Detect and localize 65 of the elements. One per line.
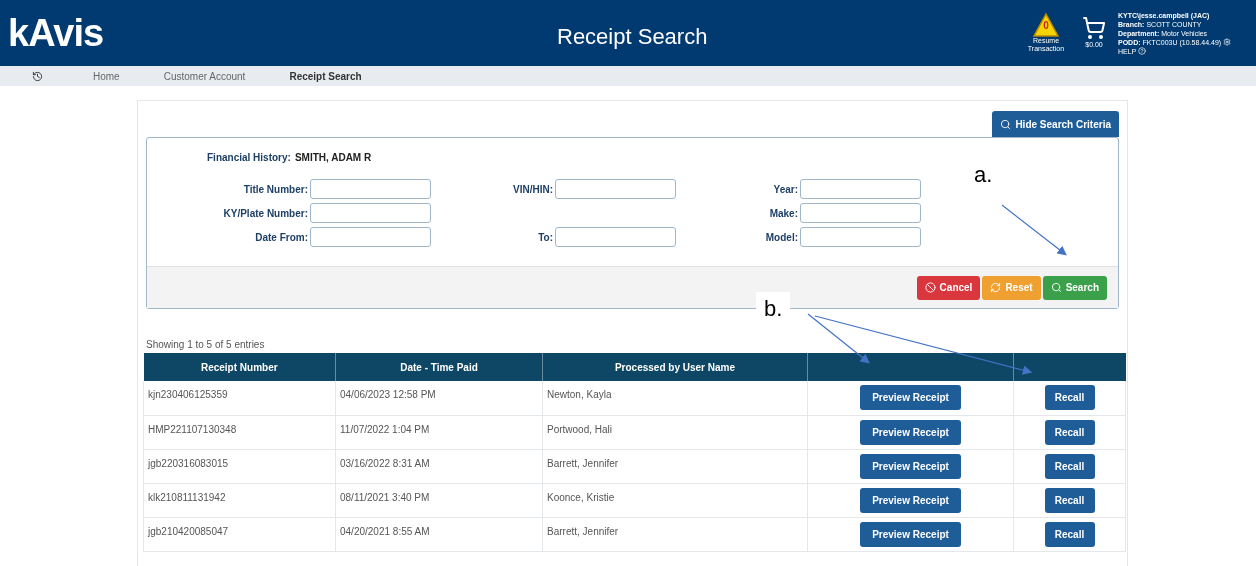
text-field[interactable] xyxy=(310,179,431,199)
text-field[interactable] xyxy=(310,203,431,223)
text-field[interactable] xyxy=(310,227,431,247)
cancel-icon xyxy=(924,282,936,293)
recall-button[interactable]: Recall xyxy=(1044,385,1095,411)
entries-info: Showing 1 to 5 of 5 entries xyxy=(146,339,265,350)
recall-button[interactable]: Recall xyxy=(1044,521,1095,547)
table-cell: 04/06/2023 12:58 PM xyxy=(335,381,543,415)
text-field[interactable] xyxy=(555,227,676,247)
field-label: VIN/HIN: xyxy=(513,182,553,197)
search-icon xyxy=(1000,118,1012,130)
help-icon[interactable] xyxy=(1138,47,1147,55)
annotation-arrow xyxy=(1001,204,1067,256)
table-cell: 08/11/2021 3:40 PM xyxy=(335,483,543,517)
history-icon[interactable] xyxy=(32,70,43,82)
resume-count: 0 xyxy=(1042,21,1050,31)
text-field[interactable] xyxy=(800,227,921,247)
table-cell: klk210811131942 xyxy=(143,483,336,517)
table-cell: Barrett, Jennifer xyxy=(542,449,808,483)
search-icon xyxy=(1050,282,1062,293)
financial-history-label: Financial History: xyxy=(207,151,291,165)
table-cell: kjn230406125359 xyxy=(143,381,336,415)
field-label: To: xyxy=(538,230,553,245)
column-header: Receipt Number xyxy=(143,353,336,381)
text-field[interactable] xyxy=(555,179,676,199)
recall-button[interactable]: Recall xyxy=(1044,419,1095,445)
refresh-icon xyxy=(990,282,1002,293)
recall-button[interactable]: Recall xyxy=(1044,453,1095,479)
warning-icon xyxy=(1033,13,1059,37)
customer-name: SMITH, ADAM R xyxy=(294,151,372,165)
breadcrumb-item[interactable]: Home xyxy=(93,68,120,84)
field-label: Title Number: xyxy=(243,182,308,197)
cart-icon xyxy=(1082,15,1106,40)
table-cell: HMP221107130348 xyxy=(143,415,336,449)
breadcrumb-item[interactable]: Receipt Search xyxy=(289,68,362,84)
text-field[interactable] xyxy=(800,203,921,223)
preview-receipt-button[interactable]: Preview Receipt xyxy=(860,521,961,547)
table-cell: Portwood, Hali xyxy=(542,415,808,449)
preview-receipt-button[interactable]: Preview Receipt xyxy=(860,487,961,513)
column-header: Date - Time Paid xyxy=(335,353,543,381)
column-header: Processed by User Name xyxy=(542,353,808,381)
table-cell: jgb210420085047 xyxy=(143,517,336,551)
table-cell: Barrett, Jennifer xyxy=(542,517,808,551)
hide-search-criteria-button[interactable]: Hide Search Criteria xyxy=(992,111,1119,137)
field-label: KY/Plate Number: xyxy=(223,206,308,221)
field-label: Model: xyxy=(765,230,798,245)
page-title: Receipt Search xyxy=(557,23,708,51)
table-cell: 11/07/2022 1:04 PM xyxy=(335,415,543,449)
app-logo: kAvis xyxy=(8,10,104,56)
table-cell: 04/20/2021 8:55 AM xyxy=(335,517,543,551)
field-label: Date From: xyxy=(255,230,308,245)
preview-receipt-button[interactable]: Preview Receipt xyxy=(860,453,961,479)
text-field[interactable] xyxy=(800,179,921,199)
field-label: Year: xyxy=(773,182,798,197)
table-cell: jgb220316083015 xyxy=(143,449,336,483)
field-label: Make: xyxy=(769,206,798,221)
recall-button[interactable]: Recall xyxy=(1044,487,1095,513)
breadcrumb-item[interactable]: Customer Account xyxy=(163,68,246,84)
table-cell: 03/16/2022 8:31 AM xyxy=(335,449,543,483)
table-cell: Koonce, Kristie xyxy=(542,483,808,517)
preview-receipt-button[interactable]: Preview Receipt xyxy=(860,419,961,445)
action-button[interactable]: Cancel xyxy=(916,275,981,300)
preview-receipt-button[interactable]: Preview Receipt xyxy=(860,385,961,411)
table-cell: Newton, Kayla xyxy=(542,381,808,415)
settings-icon[interactable] xyxy=(1223,38,1232,46)
